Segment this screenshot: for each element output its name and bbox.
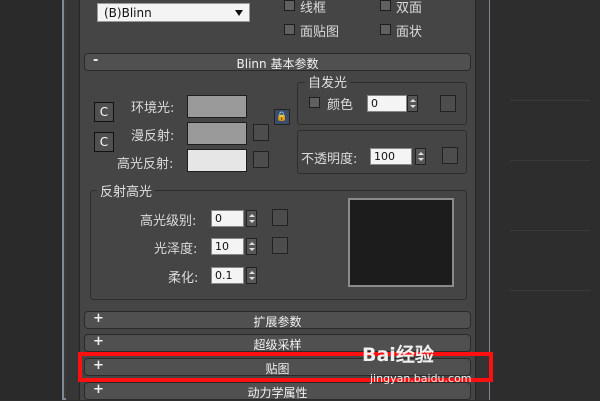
bg-line	[510, 160, 590, 161]
wireframe-checkbox[interactable]	[284, 0, 295, 11]
opacity-map-button[interactable]	[442, 147, 458, 164]
ambient-color-swatch[interactable]	[187, 95, 247, 118]
faceted-label: 面状	[396, 25, 423, 40]
diffuse-color-swatch[interactable]	[187, 122, 247, 145]
rollout-title: 动力学属性	[247, 386, 308, 400]
self-illum-color-label: 颜色	[327, 98, 354, 113]
face-map-checkbox[interactable]	[284, 24, 295, 35]
right-panel-background	[490, 0, 600, 400]
blinn-params-rollout[interactable]: - Blinn 基本参数	[84, 53, 471, 71]
self-illum-color-checkbox[interactable]	[309, 97, 320, 108]
self-illum-map-button[interactable]	[440, 95, 456, 112]
self-illum-spinner[interactable]	[407, 95, 418, 112]
wireframe-label: 线框	[300, 1, 327, 16]
glossiness-map-button[interactable]	[272, 237, 288, 254]
self-illum-value-field[interactable]: 0	[367, 95, 407, 112]
ambient-label: 环境光:	[131, 101, 175, 116]
baidu-watermark: Bai经验	[362, 344, 434, 366]
specular-color-swatch[interactable]	[187, 149, 247, 172]
lock-icon[interactable]: 🔒	[274, 109, 290, 125]
glossiness-spinner[interactable]	[246, 238, 257, 255]
extended-params-rollout[interactable]: + 扩展参数	[84, 311, 471, 329]
two-sided-label: 双面	[396, 1, 423, 16]
faceted-checkbox[interactable]	[380, 24, 391, 35]
face-map-label: 面贴图	[300, 25, 340, 40]
specular-level-map-button[interactable]	[272, 209, 288, 226]
specular-label: 高光反射:	[117, 157, 174, 172]
opacity-label: 不透明度:	[301, 152, 358, 167]
specular-level-field[interactable]: 0	[211, 210, 244, 227]
diffuse-specular-lock-button[interactable]: C	[94, 132, 114, 152]
specular-level-label: 高光级别:	[140, 214, 197, 229]
bg-line	[510, 290, 590, 291]
opacity-spinner[interactable]	[415, 148, 426, 165]
left-scrollbar[interactable]	[66, 0, 80, 400]
right-scrollbar[interactable]	[475, 0, 489, 400]
specular-level-spinner[interactable]	[246, 210, 257, 227]
rollout-title: 扩展参数	[253, 315, 302, 329]
soften-field[interactable]: 0.1	[211, 267, 244, 284]
diffuse-map-button[interactable]	[253, 124, 269, 141]
specular-map-button[interactable]	[253, 151, 269, 168]
baidu-watermark-url: jingyan.baidu.com	[370, 372, 472, 385]
shader-dropdown-value: (B)Blinn	[104, 6, 152, 20]
bg-line	[510, 230, 590, 231]
soften-label: 柔化:	[168, 271, 199, 286]
specular-highlights-title: 反射高光	[97, 181, 156, 200]
highlight-curve-preview	[348, 198, 454, 287]
shader-dropdown[interactable]: (B)Blinn	[97, 3, 250, 22]
soften-spinner[interactable]	[246, 267, 257, 284]
bg-line	[510, 100, 590, 101]
two-sided-checkbox[interactable]	[380, 0, 391, 11]
glossiness-field[interactable]: 10	[211, 238, 244, 255]
self-illumination-title: 自发光	[305, 72, 351, 91]
chevron-down-icon	[235, 10, 243, 16]
glossiness-label: 光泽度:	[154, 242, 198, 257]
opacity-value-field[interactable]: 100	[370, 148, 412, 165]
diffuse-label: 漫反射:	[131, 129, 175, 144]
ambient-diffuse-lock-button[interactable]: C	[94, 102, 114, 122]
rollout-title: Blinn 基本参数	[236, 57, 319, 71]
